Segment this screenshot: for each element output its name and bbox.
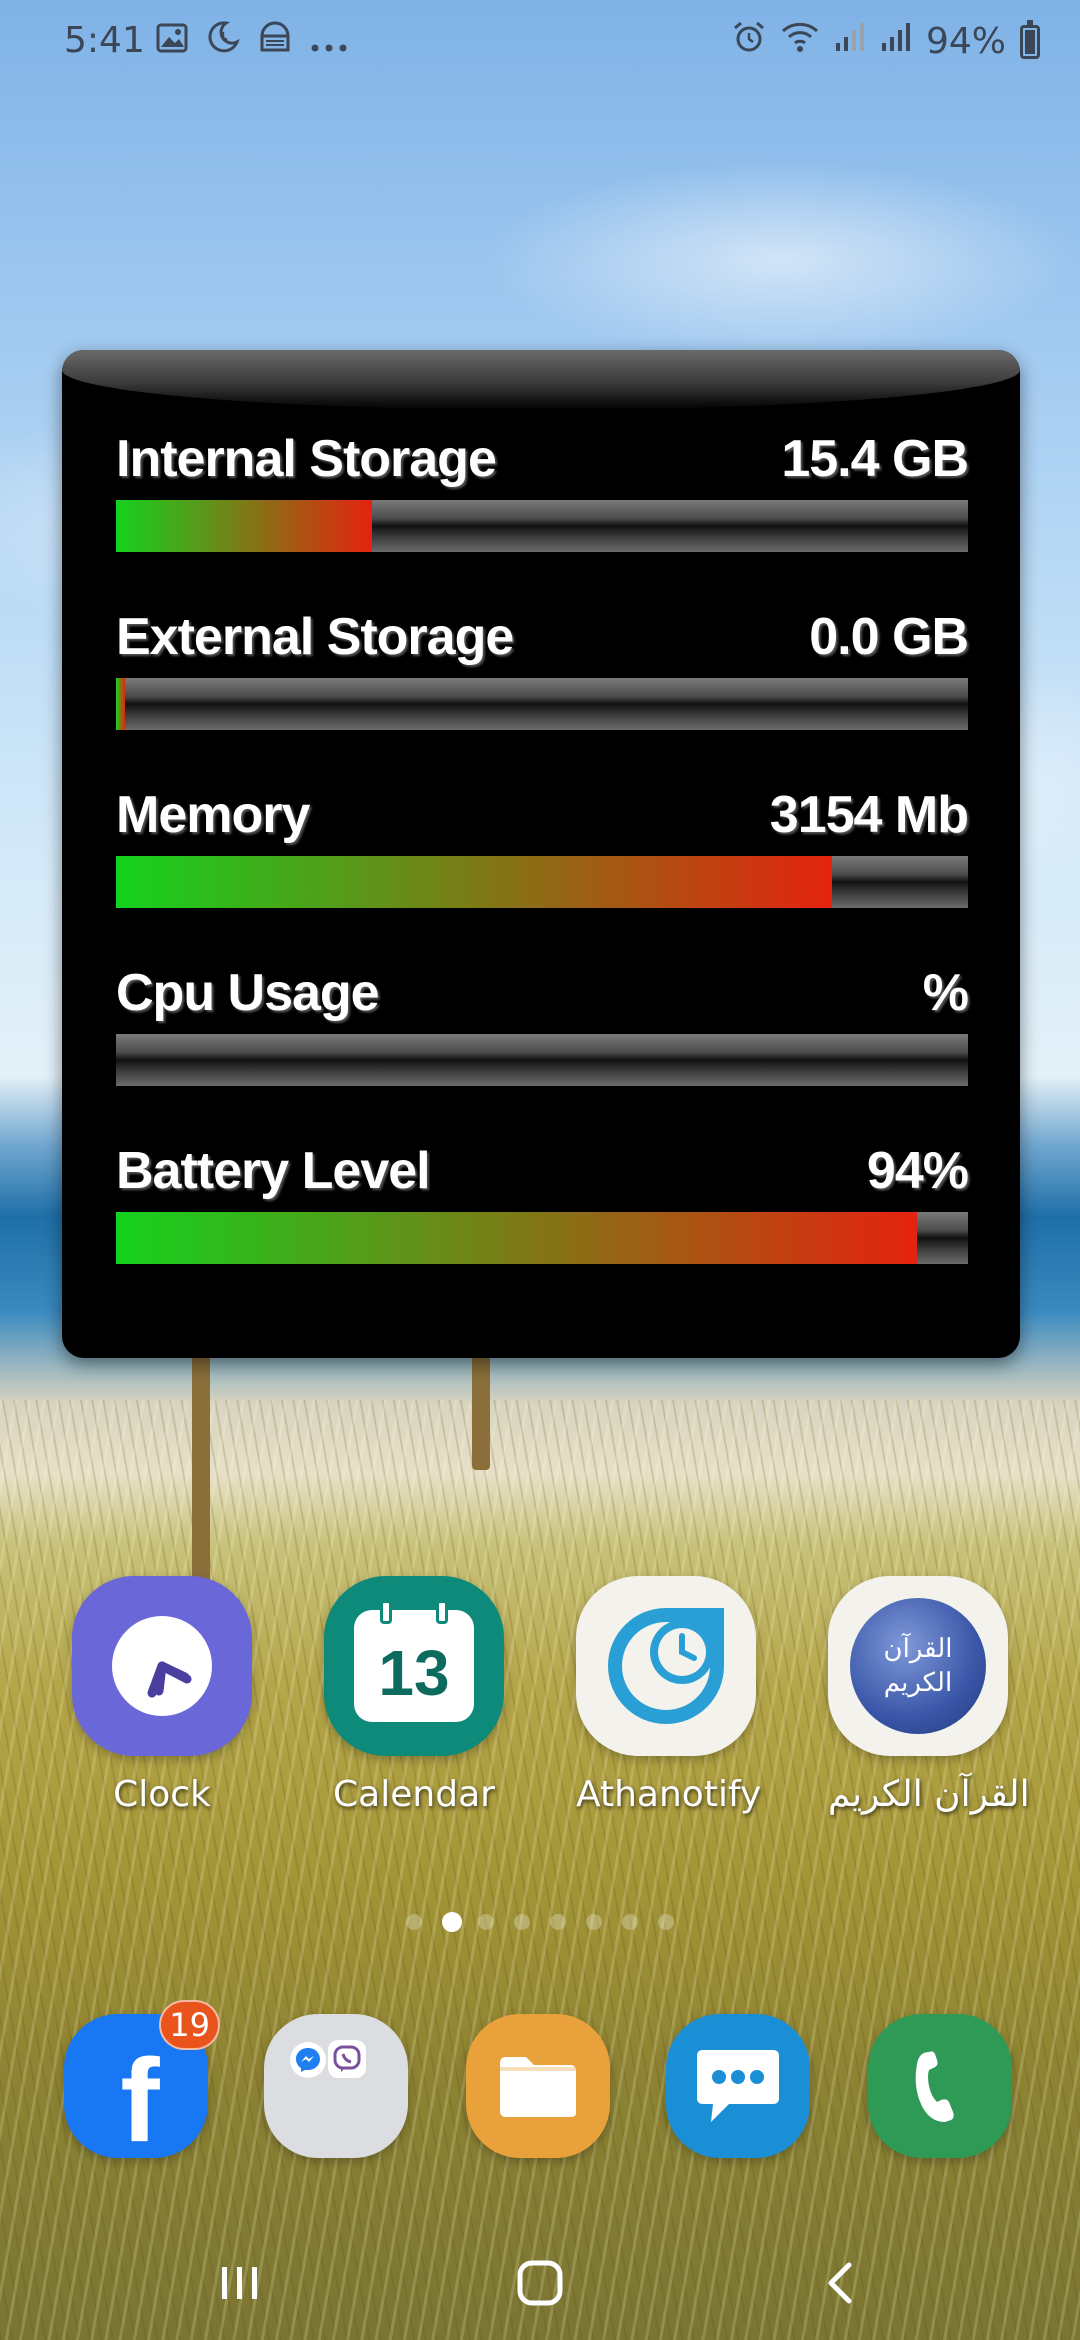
status-time: 5:41 bbox=[64, 20, 145, 61]
app-label: Athanotify bbox=[576, 1774, 762, 1815]
metric-value: 15.4 GB bbox=[781, 430, 969, 488]
calendar-day: 13 bbox=[378, 1637, 450, 1709]
metric-memory: Memory 3154 Mb bbox=[116, 776, 969, 908]
metric-battery-level: Battery Level 94% bbox=[116, 1132, 969, 1264]
calendar-page: 13 bbox=[354, 1600, 474, 1722]
signal-icon bbox=[834, 21, 866, 62]
page-indicator[interactable] bbox=[0, 1912, 1080, 1944]
home-icon[interactable] bbox=[500, 2248, 580, 2318]
app-label: Calendar bbox=[333, 1774, 495, 1815]
metric-label: Cpu Usage bbox=[116, 964, 380, 1022]
metric-internal-storage: Internal Storage 15.4 GB bbox=[116, 420, 969, 552]
facebook-icon[interactable]: f 19 bbox=[64, 2000, 220, 2167]
back-icon[interactable] bbox=[800, 2248, 880, 2318]
page-dot[interactable] bbox=[658, 1914, 674, 1930]
progress-fill bbox=[116, 1212, 917, 1264]
metric-value: % bbox=[922, 964, 969, 1022]
battery-percent: 94% bbox=[925, 21, 1006, 62]
metric-label: Internal Storage bbox=[116, 430, 497, 488]
metric-label: Memory bbox=[116, 786, 310, 844]
quran-icon[interactable]: القرآن الكريم bbox=[828, 1576, 1008, 1756]
notification-badge: 19 bbox=[159, 2000, 220, 2050]
app-calendar[interactable]: 13 Calendar bbox=[324, 1576, 504, 1815]
status-left-icons bbox=[156, 20, 348, 63]
image-icon bbox=[156, 22, 188, 62]
recent-apps-icon[interactable] bbox=[200, 2248, 280, 2318]
metric-value: 0.0 GB bbox=[809, 608, 969, 666]
navigation-bar bbox=[0, 2230, 1080, 2340]
system-monitor-widget[interactable]: Internal Storage 15.4 GB External Storag… bbox=[62, 350, 1020, 1358]
metric-label: External Storage bbox=[116, 608, 514, 666]
fence-post bbox=[192, 1350, 210, 1610]
messenger-icon bbox=[290, 2042, 326, 2078]
battery-icon bbox=[1020, 19, 1040, 59]
vpn-icon bbox=[258, 20, 292, 63]
phone-icon[interactable] bbox=[868, 2014, 1012, 2158]
progress-track bbox=[116, 856, 968, 908]
metric-external-storage: External Storage 0.0 GB bbox=[116, 598, 969, 730]
files-icon[interactable] bbox=[466, 2014, 610, 2158]
progress-track bbox=[116, 678, 968, 730]
progress-track bbox=[116, 1034, 968, 1086]
page-dot[interactable] bbox=[478, 1914, 494, 1930]
clock-icon[interactable] bbox=[72, 1576, 252, 1756]
page-dot[interactable] bbox=[406, 1914, 422, 1930]
metric-cpu-usage: Cpu Usage % bbox=[116, 954, 969, 1086]
app-clock[interactable]: Clock bbox=[72, 1576, 252, 1815]
folder-icon[interactable] bbox=[264, 2014, 408, 2158]
do-not-disturb-icon bbox=[206, 20, 240, 63]
status-bar: 5:41 94% bbox=[0, 0, 1080, 84]
viber-icon bbox=[328, 2040, 366, 2078]
status-right-icons: 94% bbox=[732, 19, 1040, 63]
page-dot[interactable] bbox=[442, 1912, 462, 1932]
app-label: Clock bbox=[113, 1774, 211, 1815]
metric-value: 3154 Mb bbox=[769, 786, 969, 844]
page-dot[interactable] bbox=[622, 1914, 638, 1930]
wifi-icon bbox=[780, 20, 820, 63]
progress-fill bbox=[116, 856, 832, 908]
progress-track bbox=[116, 1212, 968, 1264]
app-quran[interactable]: القرآن الكريم القرآن الكريم bbox=[828, 1576, 1030, 1815]
metric-label: Battery Level bbox=[116, 1142, 431, 1200]
calendar-icon[interactable]: 13 bbox=[324, 1576, 504, 1756]
athanotify-icon[interactable] bbox=[576, 1576, 756, 1756]
app-athanotify[interactable]: Athanotify bbox=[576, 1576, 762, 1815]
more-icon bbox=[310, 22, 348, 62]
fence-post bbox=[472, 1350, 490, 1470]
quran-emblem: القرآن الكريم bbox=[850, 1598, 986, 1734]
app-label: القرآن الكريم bbox=[828, 1774, 1030, 1815]
progress-track bbox=[116, 500, 968, 552]
facebook-logo: f bbox=[120, 2035, 160, 2167]
widget-gloss bbox=[62, 350, 1020, 410]
alarm-icon bbox=[732, 20, 766, 63]
page-dot[interactable] bbox=[514, 1914, 530, 1930]
page-dot[interactable] bbox=[586, 1914, 602, 1930]
progress-fill bbox=[116, 678, 125, 730]
page-dot[interactable] bbox=[550, 1914, 566, 1930]
wallpaper-grass bbox=[0, 1400, 1080, 2340]
signal-icon bbox=[880, 21, 912, 62]
messages-icon[interactable] bbox=[666, 2014, 810, 2158]
metric-value: 94% bbox=[866, 1142, 969, 1200]
progress-fill bbox=[116, 500, 372, 552]
